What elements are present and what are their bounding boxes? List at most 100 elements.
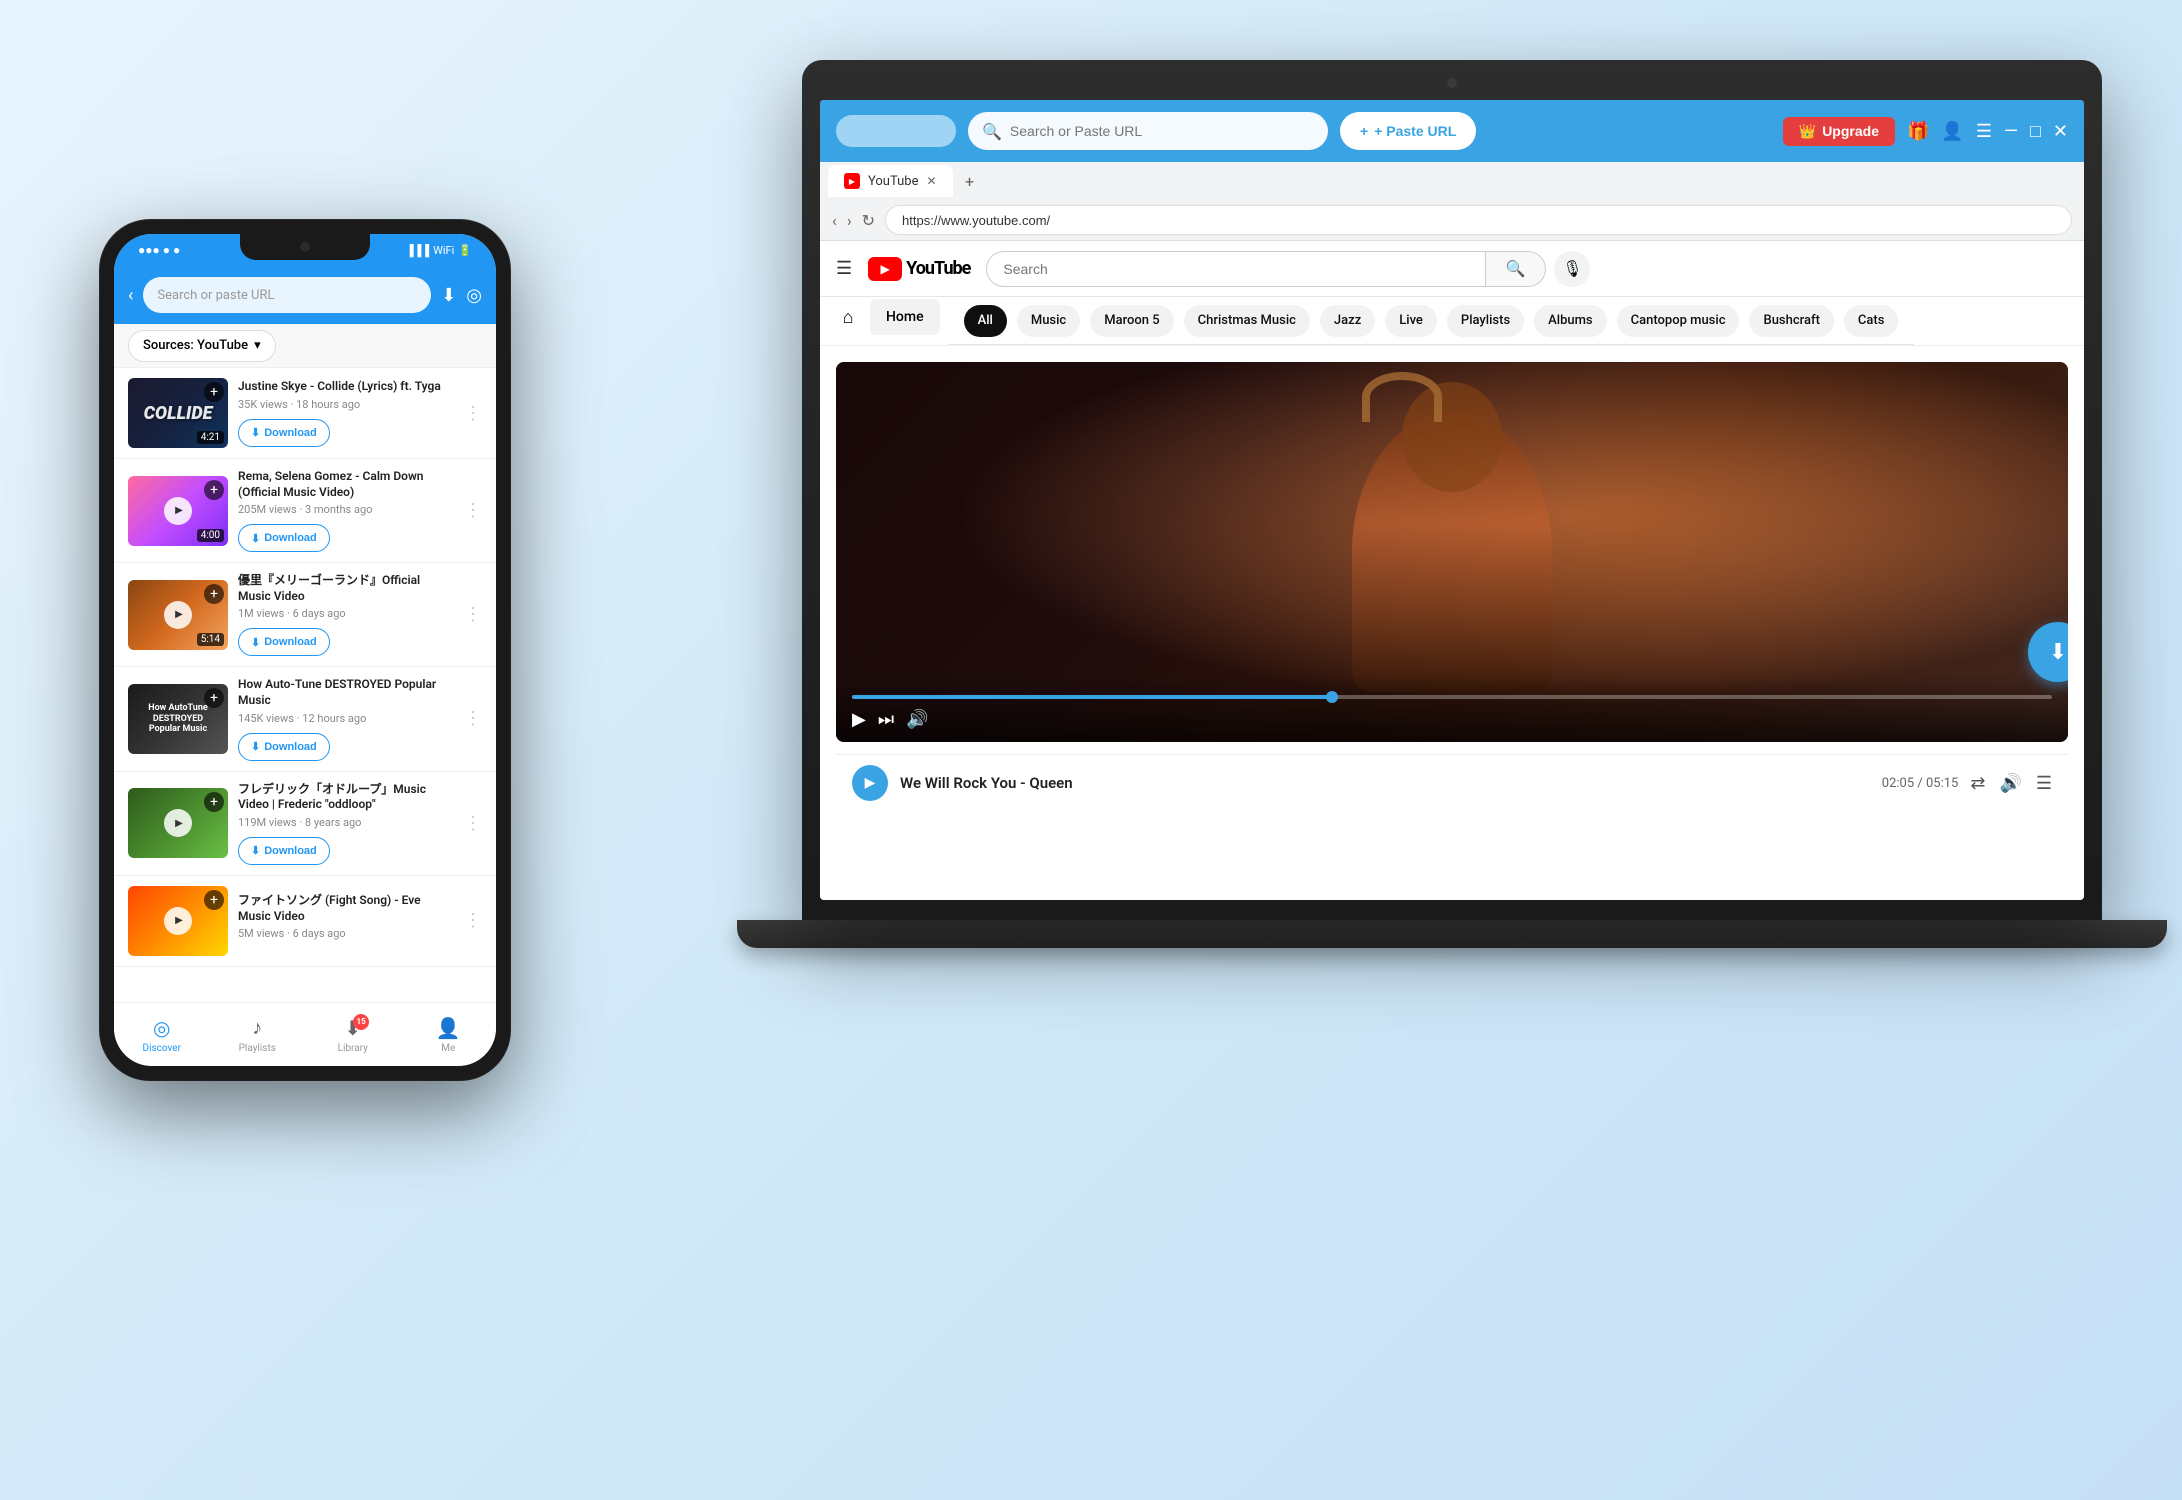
download-button[interactable]: ⬇ Download	[238, 524, 330, 552]
paste-url-button[interactable]: + + Paste URL	[1340, 112, 1476, 150]
upgrade-button[interactable]: 👑 Upgrade	[1783, 117, 1895, 146]
volume-button[interactable]: 🔊	[906, 709, 928, 730]
user-icon[interactable]: 👤	[1941, 121, 1963, 142]
app-logo-button[interactable]	[836, 115, 956, 147]
refresh-button[interactable]: ↻	[862, 211, 875, 230]
youtube-content: ☰ YouTube 🔍 🎙	[820, 241, 2084, 900]
search-icon: 🔍	[982, 122, 1002, 141]
video-player[interactable]: ▶ ⏭ 🔊 ⬇	[836, 362, 2068, 742]
nav-playlists[interactable]: ♪ Playlists	[210, 1015, 306, 1054]
play-circle	[164, 497, 192, 525]
yt-hamburger-icon[interactable]: ☰	[836, 258, 852, 279]
chip-maroon5[interactable]: Maroon 5	[1090, 305, 1173, 337]
chip-albums[interactable]: Albums	[1534, 305, 1606, 337]
yt-search-input[interactable]	[1003, 261, 1469, 277]
now-playing-time: 02:05 / 05:15	[1882, 776, 1959, 791]
chip-bushcraft[interactable]: Bushcraft	[1749, 305, 1833, 337]
close-icon[interactable]: ✕	[2053, 121, 2068, 142]
chip-cantopop[interactable]: Cantopop music	[1617, 305, 1740, 337]
download-button[interactable]: ⬇ Download	[238, 837, 330, 865]
phone-download-icon[interactable]: ⬇	[441, 285, 456, 306]
phone-search-bar[interactable]: Search or paste URL	[143, 277, 431, 313]
now-playing-icon[interactable]: ▶	[852, 765, 888, 801]
app-topbar: 🔍 + + Paste URL 👑 Upgrade 🎁 👤 ☰ —	[820, 100, 2084, 162]
chip-cats[interactable]: Cats	[1844, 305, 1899, 337]
gift-icon[interactable]: 🎁	[1907, 121, 1929, 142]
download-button[interactable]: ⬇ Download	[238, 628, 330, 656]
sources-dropdown[interactable]: Sources: YouTube ▾	[128, 330, 276, 362]
video-thumbnail: 5:14 +	[128, 580, 228, 650]
url-input[interactable]	[885, 205, 2072, 235]
download-icon: ⬇	[251, 532, 260, 545]
skip-forward-button[interactable]: ⏭	[878, 709, 894, 730]
nav-library[interactable]: ⬇ 15 Library	[305, 1016, 401, 1054]
phone-search-placeholder: Search or paste URL	[157, 288, 417, 303]
download-button[interactable]: ⬇ Download	[238, 419, 330, 447]
thumb-add-button[interactable]: +	[204, 890, 224, 910]
video-info: Justine Skye - Collide (Lyrics) ft. Tyga…	[238, 379, 454, 447]
thumb-add-button[interactable]: +	[204, 688, 224, 708]
thumb-add-button[interactable]: +	[204, 480, 224, 500]
more-options-button[interactable]: ⋮	[464, 910, 482, 931]
chip-playlists[interactable]: Playlists	[1447, 305, 1524, 337]
yt-search-box[interactable]	[986, 251, 1486, 287]
download-icon: ⬇	[251, 844, 260, 857]
search-bar[interactable]: 🔍	[968, 112, 1328, 150]
chip-live[interactable]: Live	[1385, 305, 1437, 337]
phone-back-button[interactable]: ‹	[128, 285, 133, 306]
home-button[interactable]: Home	[870, 299, 940, 335]
volume-icon[interactable]: 🔊	[1999, 773, 2021, 794]
video-title: Justine Skye - Collide (Lyrics) ft. Tyga	[238, 379, 454, 395]
paste-url-label: + Paste URL	[1374, 123, 1456, 139]
yt-mic-button[interactable]: 🎙	[1554, 251, 1590, 287]
chip-music[interactable]: Music	[1017, 305, 1080, 337]
thumb-add-button[interactable]: +	[204, 584, 224, 604]
download-icon: ⬇	[251, 636, 260, 649]
yt-search-button[interactable]: 🔍	[1486, 251, 1546, 287]
progress-dot	[1326, 691, 1338, 703]
yt-home-nav: ⌂ Home	[820, 297, 948, 337]
download-button[interactable]: ⬇ Download	[238, 733, 330, 761]
phone-discover-icon[interactable]: ◎	[466, 285, 482, 306]
chip-all[interactable]: All	[964, 305, 1007, 337]
more-options-button[interactable]: ⋮	[464, 403, 482, 424]
more-options-button[interactable]: ⋮	[464, 813, 482, 834]
chip-jazz[interactable]: Jazz	[1320, 305, 1375, 337]
queue-icon[interactable]: ☰	[2036, 773, 2052, 794]
browser-chrome: YouTube ✕ + ‹ › ↻	[820, 162, 2084, 241]
video-title: How Auto-Tune DESTROYED Popular Music	[238, 677, 454, 708]
more-options-button[interactable]: ⋮	[464, 604, 482, 625]
phone-topbar: ‹ Search or paste URL ⬇ ◎	[114, 266, 496, 324]
tab-close-button[interactable]: ✕	[927, 174, 937, 188]
back-button[interactable]: ‹	[832, 211, 837, 230]
status-icons: ▐▐▐ WiFi 🔋	[406, 244, 472, 257]
chip-christmas[interactable]: Christmas Music	[1184, 305, 1310, 337]
new-tab-button[interactable]: +	[957, 168, 983, 194]
phone: ●●● ● ● ▐▐▐ WiFi 🔋 ‹ Search or paste URL…	[100, 220, 510, 1080]
play-button[interactable]: ▶	[852, 709, 866, 730]
maximize-icon[interactable]: □	[2030, 121, 2041, 142]
video-meta: 1M views · 6 days ago	[238, 607, 454, 620]
video-progress-bar[interactable]	[852, 695, 2052, 699]
more-options-button[interactable]: ⋮	[464, 500, 482, 521]
youtube-tab[interactable]: YouTube ✕	[828, 165, 953, 197]
more-options-button[interactable]: ⋮	[464, 708, 482, 729]
shuffle-icon[interactable]: ⇄	[1970, 773, 1985, 794]
phone-notch	[240, 234, 370, 260]
download-label: Download	[264, 636, 317, 648]
thumb-add-button[interactable]: +	[204, 382, 224, 402]
nav-discover[interactable]: ◎ Discover	[114, 1016, 210, 1054]
laptop-camera	[1447, 78, 1457, 88]
nav-me[interactable]: 👤 Me	[401, 1016, 497, 1054]
laptop: 🔍 + + Paste URL 👑 Upgrade 🎁 👤 ☰ —	[802, 60, 2102, 960]
sources-label: Sources: YouTube	[143, 338, 248, 353]
youtube-logo-icon	[868, 257, 902, 281]
home-icon[interactable]: ⌂	[828, 297, 868, 337]
thumb-duration: 5:14	[197, 633, 224, 646]
menu-icon[interactable]: ☰	[1976, 121, 1992, 142]
playback-icons: ⇄ 🔊 ☰	[1970, 773, 2052, 794]
minimize-icon[interactable]: —	[2004, 121, 2018, 142]
forward-button[interactable]: ›	[847, 211, 852, 230]
search-input[interactable]	[1010, 123, 1314, 139]
status-time: ●●● ● ●	[138, 243, 180, 257]
